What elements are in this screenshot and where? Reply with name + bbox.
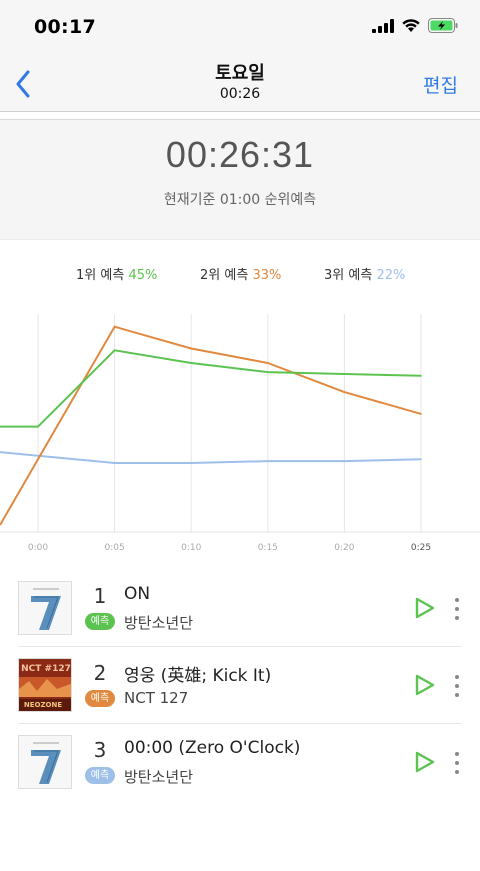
edit-button[interactable]: 편집 [423,71,458,98]
x-tick-label: 0:10 [181,543,201,553]
song-rank: 2 [93,661,107,685]
data-point [190,362,192,364]
data-point [37,425,39,428]
data-point [267,371,269,373]
data-point [37,454,39,457]
song-row[interactable]: 3 00:00 (Zero O'Clock) 예측 방탄소년단 [18,724,462,801]
album-7-cover [18,735,72,789]
legend-item-2: 2위 예측 33% [200,264,281,283]
data-point [420,374,422,377]
battery-icon [428,18,458,33]
chart-legend: 1위 예측 45% 2위 예측 33% 3위 예측 22% [0,264,480,284]
album-7-cover [18,581,72,635]
data-point [343,373,346,375]
prediction-basis: 현재기준 01:00 순위예측 [163,192,317,208]
legend-percent: 45% [128,268,158,283]
data-point [267,362,269,364]
play-icon[interactable] [414,750,436,774]
series-line-3 [0,451,422,464]
data-point [113,349,116,352]
song-list: 1 ON 예측 방탄소년단 NCT #127 NEOZONE 2 영웅 (英雄;… [18,570,462,801]
song-title: 00:00 (Zero O'Clock) [124,738,301,758]
wifi-icon [402,19,420,32]
legend-item-1: 1위 예측 45% [76,264,157,283]
signal-icon [372,18,394,33]
legend-label: 2위 예측 [200,268,249,283]
x-tick-label: 0:20 [334,543,354,553]
song-artist: NCT 127 [124,689,189,707]
legend-label: 3위 예측 [324,268,373,283]
data-point [343,460,346,462]
status-bar: 00:17 [0,0,480,56]
x-tick-label: 0:25 [411,543,431,553]
prediction-badge: 예측 [85,690,115,707]
song-rank: 1 [93,584,107,608]
status-icons [372,18,458,33]
nav-bar: 토요일 00:26 편집 [0,56,480,112]
data-point [267,460,269,462]
legend-percent: 33% [252,268,282,283]
prediction-badge: 예측 [85,613,115,630]
data-point [420,413,422,415]
page-title: 토요일 [215,63,265,84]
album-text: NCT #127 [21,664,71,674]
page-subtitle: 00:26 [219,86,261,102]
play-icon[interactable] [414,673,436,697]
data-point [113,325,116,328]
prediction-chart: 0:00 0:05 0:10 0:15 0:20 0:25 [0,314,480,553]
status-time: 00:17 [34,16,96,38]
prediction-badge: 예측 [85,767,115,784]
play-icon[interactable] [414,596,436,620]
data-point [420,458,422,461]
song-row[interactable]: 1 ON 예측 방탄소년단 [18,570,462,647]
timer-section: 00:26:31 현재기준 01:00 순위예측 [0,119,480,240]
data-point [190,347,192,350]
album-sub: NEOZONE [24,701,62,709]
song-artist: 방탄소년단 [124,614,194,632]
x-tick-label: 0:15 [258,543,278,553]
legend-item-3: 3위 예측 22% [324,264,405,283]
legend-percent: 22% [376,268,406,283]
data-point [113,462,116,464]
series-line-2 [0,325,422,526]
current-time: 00:26:31 [165,134,315,175]
song-title: 영웅 (英雄; Kick It) [124,666,272,686]
data-point [190,462,192,464]
song-rank: 3 [93,738,107,762]
legend-label: 1위 예측 [76,268,125,283]
song-row[interactable]: NCT #127 NEOZONE 2 영웅 (英雄; Kick It) 예측 N… [18,647,462,724]
more-options-button[interactable] [450,598,464,620]
x-tick-label: 0:00 [28,543,48,553]
song-artist: 방탄소년단 [124,768,194,786]
more-options-button[interactable] [450,675,464,697]
x-tick-label: 0:05 [104,543,124,553]
more-options-button[interactable] [450,752,464,774]
album-nct127-cover: NCT #127 NEOZONE [18,658,72,712]
data-point [37,458,39,461]
data-point [343,391,346,393]
song-title: ON [124,584,151,604]
